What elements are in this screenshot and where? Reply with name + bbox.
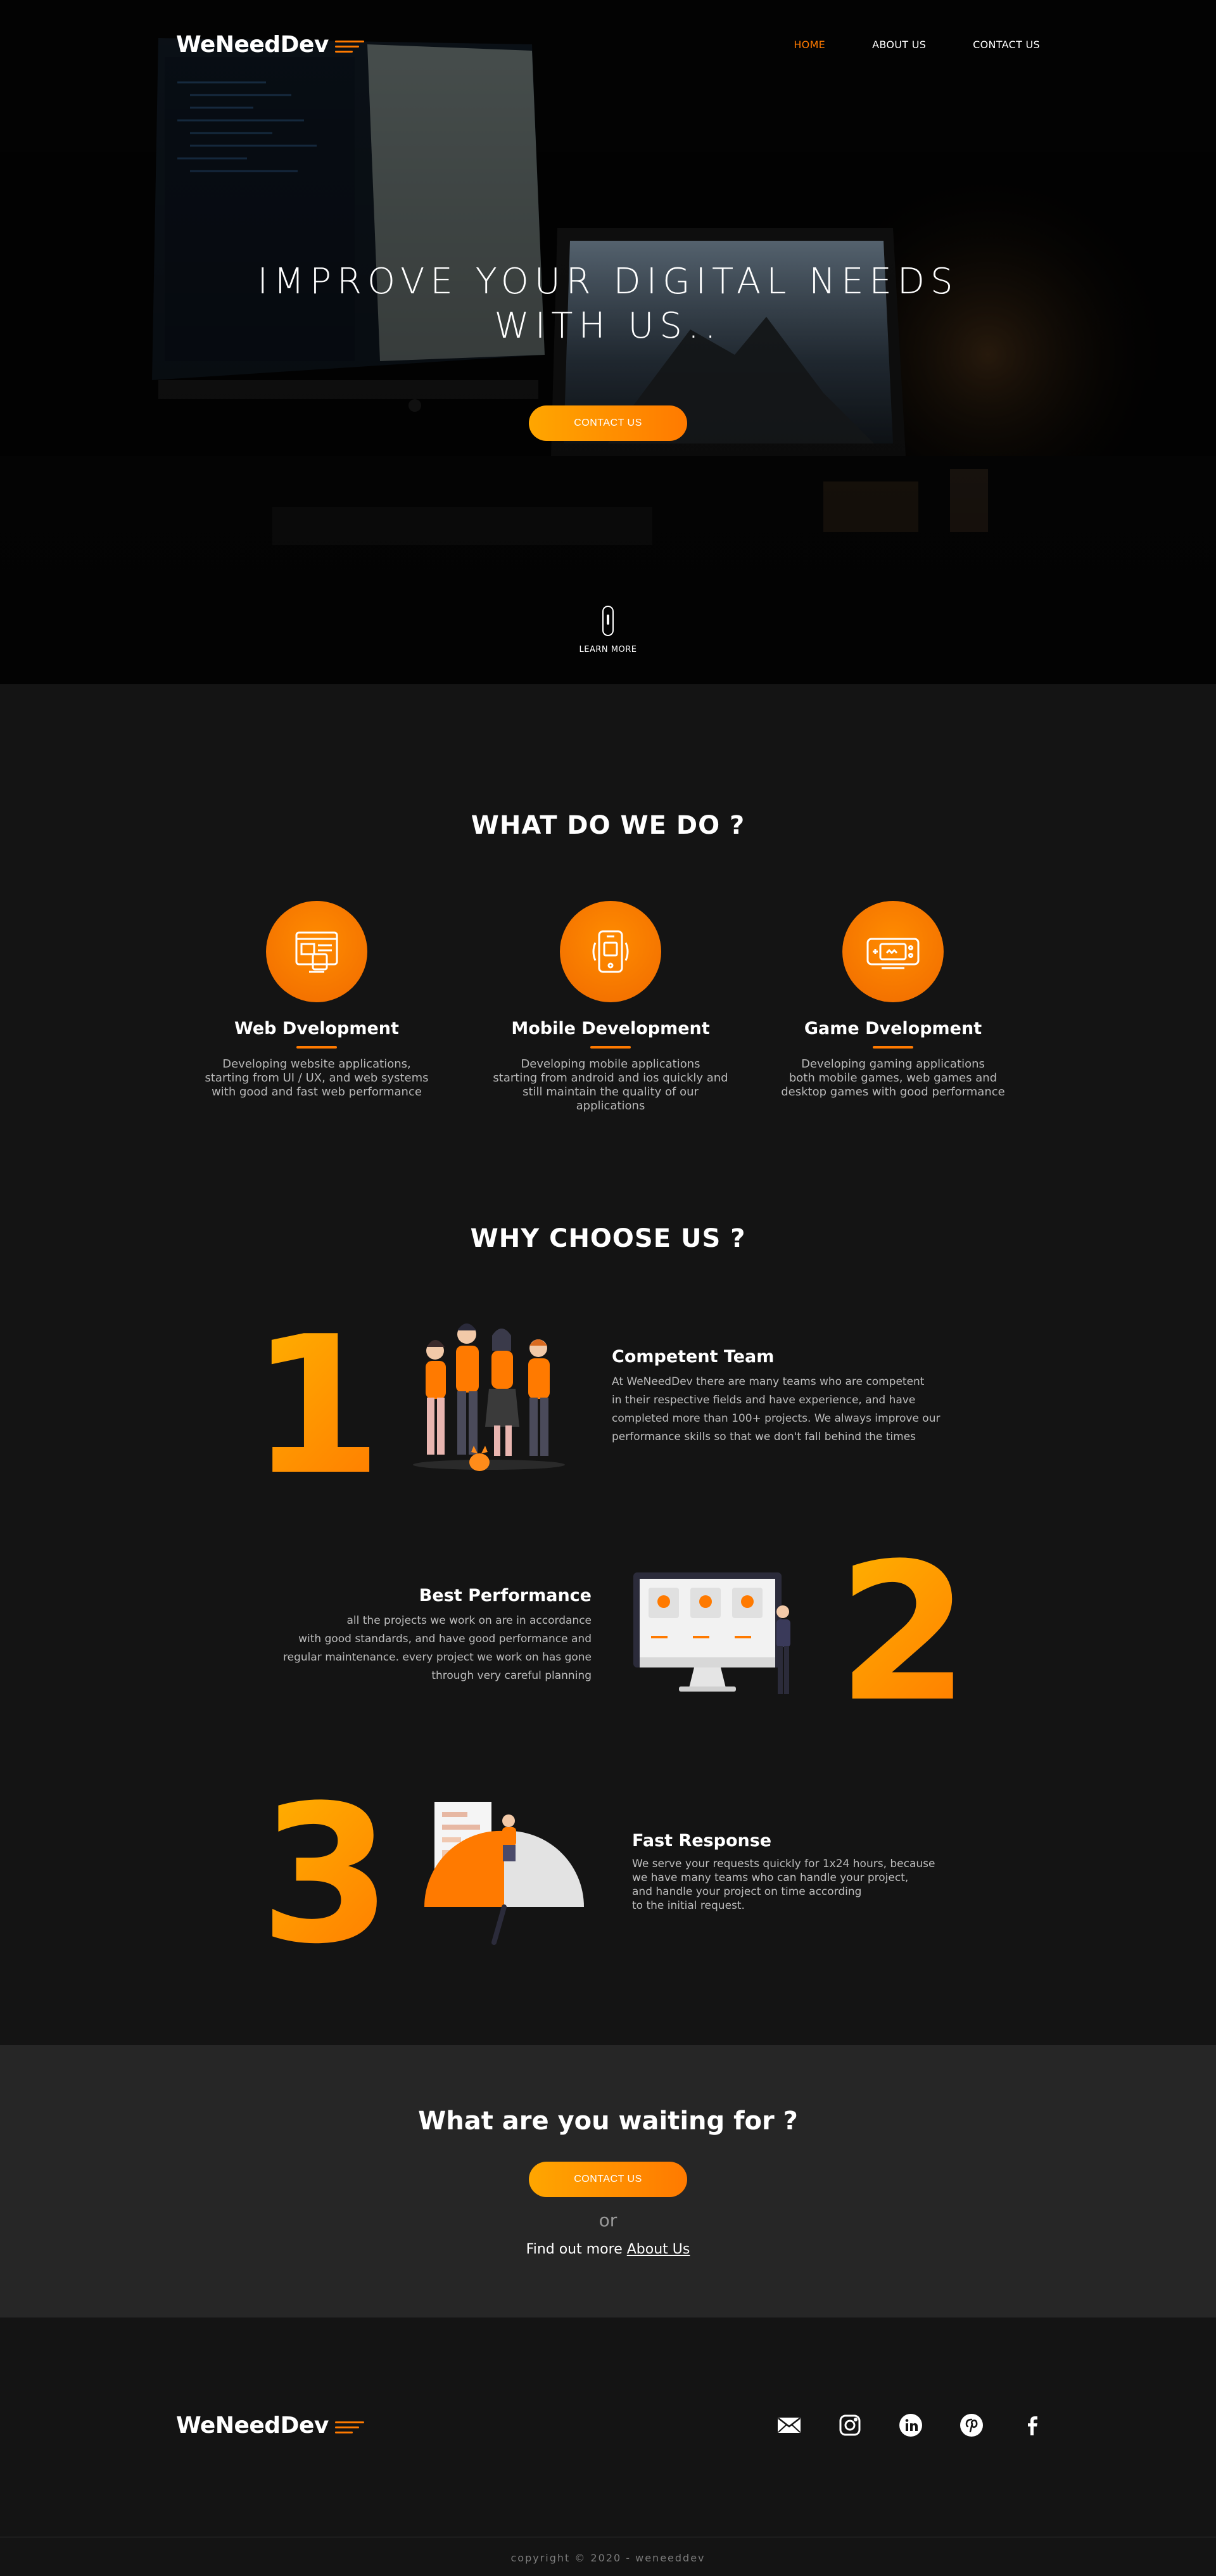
team-illustration: [413, 1323, 565, 1471]
why-item-description: all the projects we work on are in accor…: [237, 1612, 592, 1685]
hero-title-line2: WITH US..: [494, 305, 722, 347]
why-title: WHY CHOOSE US ?: [470, 1224, 746, 1253]
why-desc-line: we have many teams who can handle your p…: [632, 1871, 909, 1884]
mouse-scroll-icon: [602, 606, 614, 636]
nav-item-contact-us[interactable]: CONTACT US: [973, 39, 1040, 51]
nav-item-about-us[interactable]: ABOUT US: [872, 39, 926, 51]
pinterest-icon[interactable]: [959, 2413, 984, 2438]
learn-more-scroll[interactable]: LEARN MORE: [0, 606, 1216, 654]
logo-lines-icon: [334, 2421, 364, 2433]
footer-brand-logo[interactable]: WeNeedDev: [176, 2413, 364, 2439]
speedometer-illustration: [424, 1802, 585, 1945]
service-description: Developing website applications, startin…: [196, 1057, 437, 1099]
top-navbar: WeNeedDev HOME ABOUT US CONTACT US: [176, 32, 1040, 58]
why-item-title: Competent Team: [612, 1347, 775, 1367]
service-divider: [873, 1046, 913, 1049]
service-desc-line: both mobile games, web games and: [788, 1071, 998, 1085]
why-item-3: Fast Response We serve your requests qui…: [632, 1831, 987, 1913]
service-title: Mobile Development: [511, 1019, 710, 1038]
why-desc-line: regular maintenance. every project we wo…: [283, 1651, 592, 1664]
brand-name: WeNeedDev: [176, 31, 329, 58]
brand-logo[interactable]: WeNeedDev: [176, 32, 364, 58]
service-desc-line: Developing website applications,: [222, 1057, 411, 1071]
services-title: WHAT DO WE DO ?: [471, 811, 745, 840]
why-item-1: Competent Team At WeNeedDev there are ma…: [612, 1347, 966, 1446]
gamepad-icon: [842, 901, 944, 1002]
why-desc-line: completed more than 100+ projects. We al…: [612, 1412, 940, 1425]
why-desc-line: through very careful planning: [431, 1669, 592, 1682]
brand-name: WeNeedDev: [176, 2413, 329, 2439]
find-more-text: Find out more: [526, 2241, 623, 2257]
service-divider: [590, 1046, 631, 1049]
cta-section: What are you waiting for ? CONTACT US or…: [0, 2045, 1216, 2318]
copyright-text: copyright © 2020 - weneeddev: [510, 2552, 706, 2564]
why-item-title: Best Performance: [419, 1586, 592, 1605]
service-desc-line: Developing mobile applications: [521, 1057, 700, 1071]
why-number-1: 1: [250, 1296, 383, 1517]
service-card-mobile: Mobile Development Developing mobile app…: [490, 901, 731, 1113]
why-desc-line: We serve your requests quickly for 1x24 …: [632, 1858, 935, 1870]
hero-title-line1: IMPROVE YOUR DIGITAL NEEDS: [257, 261, 959, 302]
why-item-description: At WeNeedDev there are many teams who ar…: [612, 1373, 966, 1446]
service-description: Developing gaming applications both mobi…: [773, 1057, 1013, 1099]
why-desc-line: with good standards, and have good perfo…: [298, 1633, 592, 1645]
hero-section: WeNeedDev HOME ABOUT US CONTACT US IMPRO…: [0, 0, 1216, 684]
why-item-2: Best Performance all the projects we wor…: [237, 1586, 592, 1685]
cta-contact-button[interactable]: CONTACT US: [529, 2162, 687, 2197]
monitor-illustration: [633, 1572, 790, 1694]
service-card-game: Game Dvelopment Developing gaming applic…: [773, 901, 1013, 1099]
linkedin-icon[interactable]: [898, 2413, 923, 2438]
why-desc-line: in their respective fields and have expe…: [612, 1394, 916, 1406]
nav-links: HOME ABOUT US CONTACT US: [794, 39, 1040, 51]
service-divider: [296, 1046, 337, 1049]
service-desc-line: starting from UI / UX, and web systems: [205, 1071, 429, 1085]
why-desc-line: to the initial request.: [632, 1899, 745, 1912]
why-desc-line: and handle your project on time accordin…: [632, 1885, 862, 1898]
service-card-web: Web Dvelopment Developing website applic…: [196, 901, 437, 1099]
nav-item-home[interactable]: HOME: [794, 39, 825, 51]
why-item-description: We serve your requests quickly for 1x24 …: [632, 1857, 987, 1913]
web-icon: [266, 901, 367, 1002]
why-number-2: 2: [837, 1522, 970, 1744]
service-title: Web Dvelopment: [234, 1019, 399, 1038]
service-desc-line: desktop games with good performance: [781, 1085, 1005, 1099]
footer: WeNeedDev copyright © 2020 - weneeddev: [0, 2318, 1216, 2576]
service-desc-line: starting from android and ios quickly an…: [493, 1071, 728, 1085]
logo-lines-icon: [334, 40, 364, 53]
mobile-icon: [560, 901, 661, 1002]
why-number-3: 3: [260, 1764, 392, 1986]
why-desc-line: performance skills so that we don't fall…: [612, 1431, 916, 1443]
service-desc-line: still maintain the quality of our applic…: [522, 1085, 699, 1113]
instagram-icon[interactable]: [837, 2413, 863, 2438]
mail-icon[interactable]: [776, 2413, 802, 2438]
cta-find-more: Find out more About Us: [0, 2241, 1216, 2257]
service-title: Game Dvelopment: [804, 1019, 982, 1038]
facebook-icon[interactable]: [1020, 2413, 1045, 2438]
service-desc-line: with good and fast web performance: [212, 1085, 422, 1099]
hero-contact-button[interactable]: CONTACT US: [529, 405, 687, 441]
cta-or-text: or: [598, 2210, 618, 2231]
why-desc-line: At WeNeedDev there are many teams who ar…: [612, 1375, 925, 1388]
learn-more-label: LEARN MORE: [579, 645, 637, 654]
service-desc-line: Developing gaming applications: [801, 1057, 985, 1071]
cta-title: What are you waiting for ?: [418, 2107, 798, 2136]
hero-title: IMPROVE YOUR DIGITAL NEEDS WITH US..: [0, 260, 1216, 348]
social-links: [776, 2413, 1045, 2438]
why-item-title: Fast Response: [632, 1831, 772, 1851]
service-description: Developing mobile applications starting …: [490, 1057, 731, 1113]
about-us-link[interactable]: About Us: [627, 2241, 690, 2257]
why-desc-line: all the projects we work on are in accor…: [346, 1614, 592, 1627]
